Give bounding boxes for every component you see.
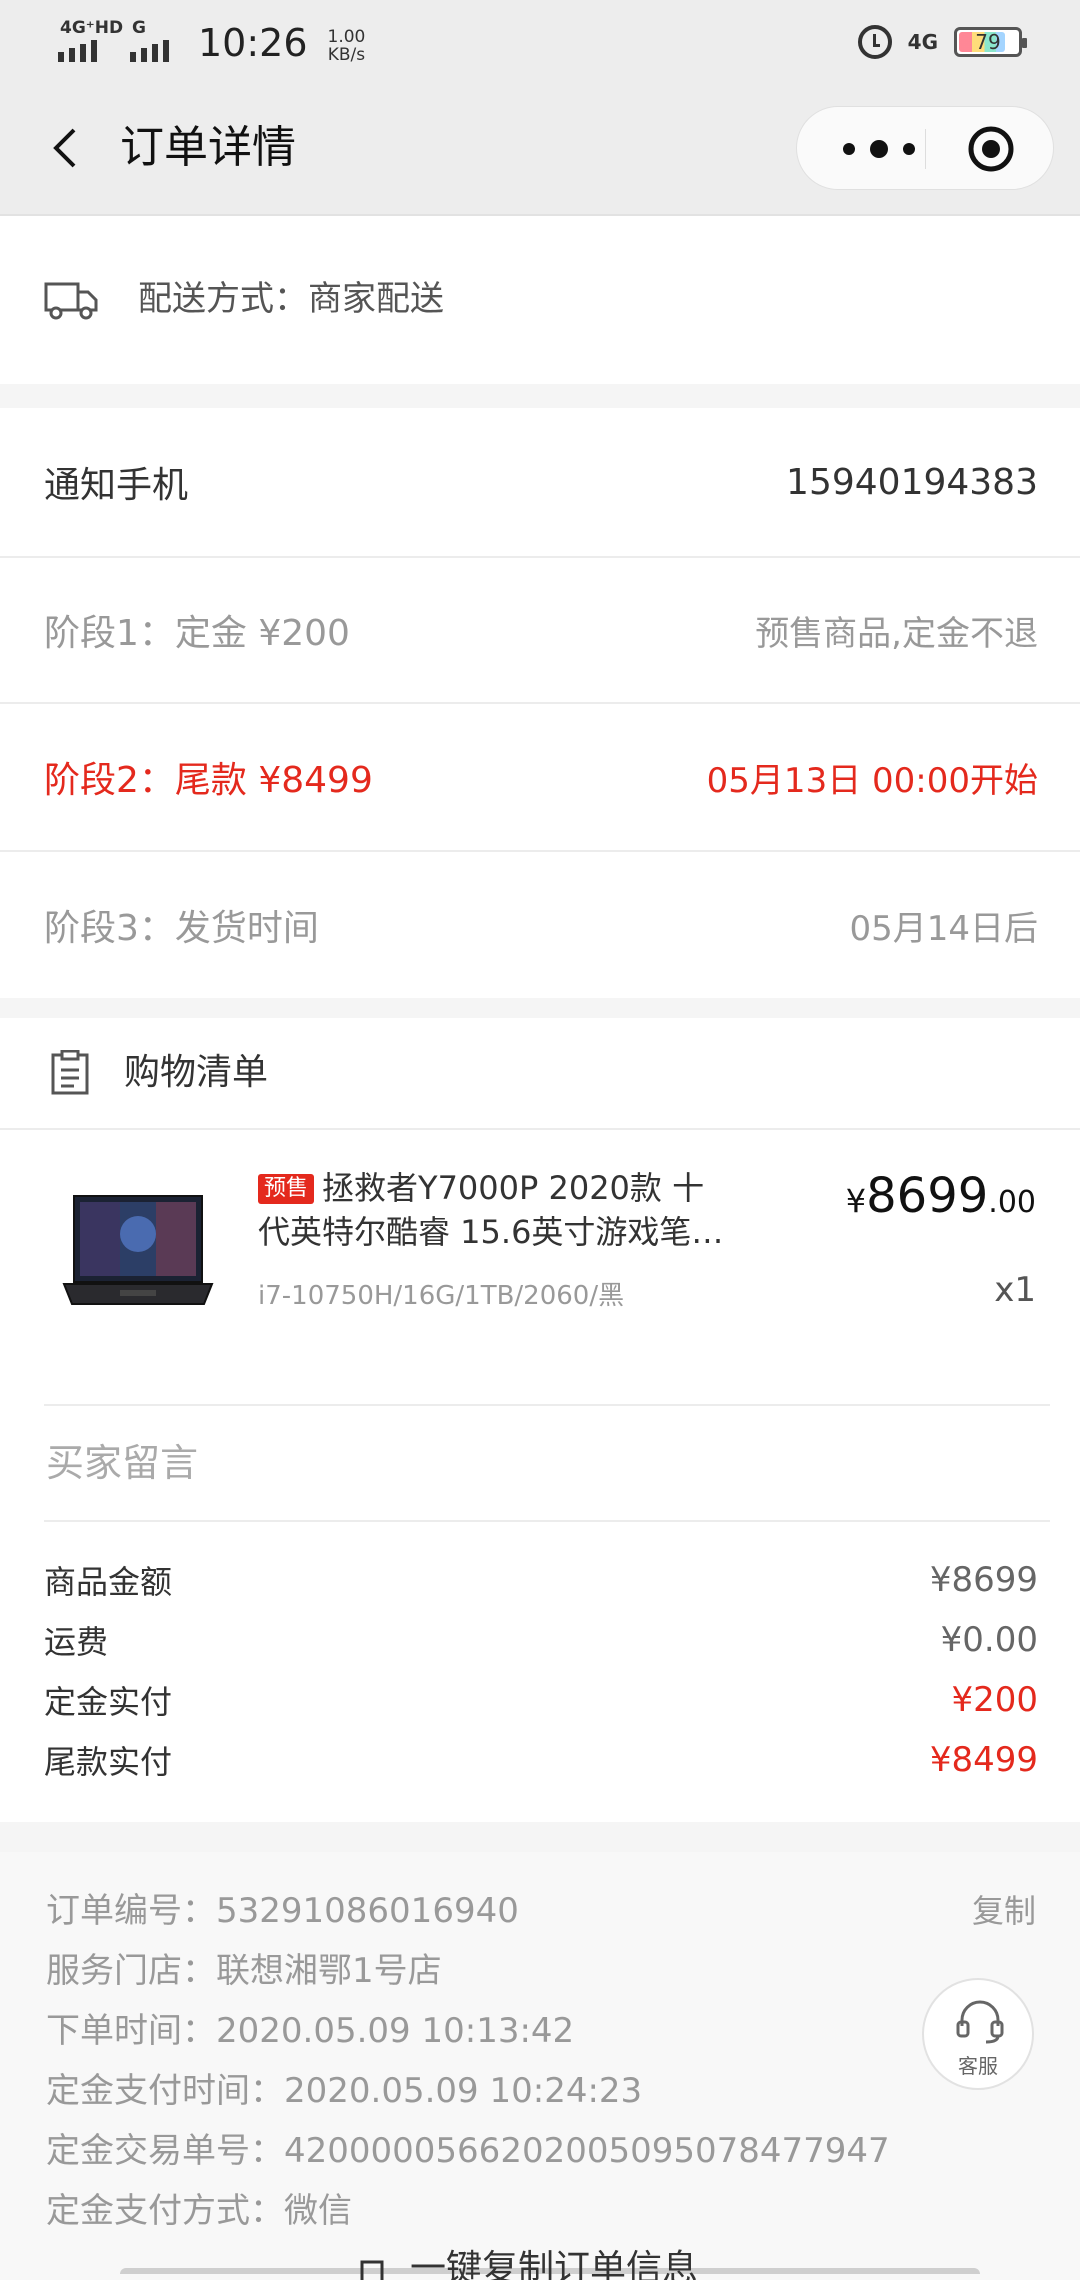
buyer-message-label[interactable]: 买家留言 xyxy=(46,1436,198,1490)
network-speed-unit: KB/s xyxy=(327,45,366,65)
summary-row-balance: 尾款实付 ¥8499 xyxy=(44,1732,1038,1788)
balance-paid-label: 尾款实付 xyxy=(44,1743,173,1781)
stage-3-label: 阶段3：发货时间 xyxy=(44,908,319,949)
deposit-pay-method: 定金支付方式：微信 xyxy=(46,2191,352,2231)
product-price-int: 8699 xyxy=(866,1168,989,1224)
signal-label: 4G⁺HD xyxy=(60,18,124,38)
product-spec: i7-10750H/16G/1TB/2060/黑 xyxy=(258,1281,625,1311)
shopping-list-title: 购物清单 xyxy=(124,1052,269,1093)
deposit-pay-time: 定金支付时间：2020.05.09 10:24:23 xyxy=(46,2071,643,2111)
deposit-paid-value: ¥200 xyxy=(951,1680,1038,1720)
stage-2-note: 05月13日 00:00开始 xyxy=(706,760,1038,801)
notify-phone-label: 通知手机 xyxy=(44,465,189,506)
shopping-list-card: 购物清单 预售 拯救者Y7000P 2020款 十 代英特尔酷睿 15.6英寸游戏… xyxy=(0,1018,1080,1822)
signal-label-2: G xyxy=(132,18,146,38)
service-store: 服务门店：联想湘鄂1号店 xyxy=(46,1951,442,1991)
goods-amount-label: 商品金额 xyxy=(44,1563,173,1601)
product-price: ¥8699.00 xyxy=(846,1168,1036,1224)
signal-strength-icon: 4G⁺HD xyxy=(58,18,123,68)
delivery-method: 配送方式：商家配送 xyxy=(138,279,444,319)
product-price-symbol: ¥ xyxy=(845,1182,867,1220)
summary-row-deposit: 定金实付 ¥200 xyxy=(44,1672,1038,1728)
signal-strength-icon-2: G xyxy=(130,18,178,68)
network-speed: 1.00 KB/s xyxy=(328,28,366,68)
deposit-trade-number: 定金交易单号：4200000566202005095078477947 xyxy=(46,2131,890,2171)
customer-service-label: 客服 xyxy=(958,2054,998,2078)
summary-row-shipping: 运费 ¥0.00 xyxy=(44,1612,1038,1668)
page-title: 订单详情 xyxy=(120,122,296,173)
copy-all-order-info-label: 一键复制订单信息 xyxy=(410,2248,699,2280)
mini-program-capsule xyxy=(796,106,1054,190)
presale-badge: 预售 xyxy=(258,1174,315,1204)
nav-bar: 订单详情 xyxy=(0,82,1080,214)
stage-row-2: 阶段2：尾款 ¥8499 05月13日 00:00开始 xyxy=(44,704,1038,850)
battery-icon: 79 xyxy=(954,27,1027,57)
copy-order-number-button[interactable]: 复制 xyxy=(972,1886,1036,1936)
copy-all-order-info-button[interactable]: 一键复制订单信息 xyxy=(120,2248,980,2280)
network-speed-value: 1.00 xyxy=(327,27,366,47)
product-qty: x1 xyxy=(994,1270,1036,1310)
product-price-dec: .00 xyxy=(988,1185,1036,1220)
headset-icon xyxy=(956,2000,1004,2044)
stage-1-note: 预售商品,定金不退 xyxy=(755,613,1038,654)
stage-row-3: 阶段3：发货时间 05月14日后 xyxy=(44,852,1038,998)
product-title: 预售 拯救者Y7000P 2020款 十 代英特尔酷睿 15.6英寸游戏笔… xyxy=(258,1166,778,1254)
stage-3-note: 05月14日后 xyxy=(849,908,1038,949)
stage-row-1: 阶段1：定金 ¥200 预售商品,定金不退 xyxy=(44,558,1038,702)
stage-1-label: 阶段1：定金 ¥200 xyxy=(44,613,350,654)
order-number: 订单编号：53291086016940 xyxy=(46,1891,519,1931)
stages-card: 通知手机 15940194383 阶段1：定金 ¥200 预售商品,定金不退 阶… xyxy=(0,408,1080,998)
battery-level: 79 xyxy=(975,30,1001,54)
shipping-label: 运费 xyxy=(44,1623,109,1661)
summary-row-goods: 商品金额 ¥8699 xyxy=(44,1552,1038,1608)
notify-phone-row: 通知手机 15940194383 xyxy=(44,408,1038,556)
shipping-value: ¥0.00 xyxy=(940,1620,1038,1660)
product-thumbnail xyxy=(62,1195,214,1305)
alarm-icon xyxy=(857,25,892,59)
balance-paid-value: ¥8499 xyxy=(929,1740,1038,1780)
customer-service-button[interactable]: 客服 xyxy=(922,1978,1034,2090)
list-icon xyxy=(51,1050,89,1095)
notify-phone-value: 15940194383 xyxy=(786,461,1038,503)
order-time: 下单时间：2020.05.09 10:13:42 xyxy=(46,2011,575,2051)
copy-icon xyxy=(360,2260,384,2280)
product-name-line1: 拯救者Y7000P 2020款 十 xyxy=(322,1169,705,1207)
product-item[interactable]: 预售 拯救者Y7000P 2020款 十 代英特尔酷睿 15.6英寸游戏笔… i7… xyxy=(0,1130,1080,1390)
goods-amount-value: ¥8699 xyxy=(929,1560,1038,1600)
close-mini-program-icon[interactable] xyxy=(967,125,1015,173)
clock: 10:26 xyxy=(198,21,308,65)
stage-2-label: 阶段2：尾款 ¥8499 xyxy=(44,760,373,801)
product-name-line2: 代英特尔酷睿 15.6英寸游戏笔… xyxy=(258,1213,724,1251)
network-type: 4G xyxy=(907,30,938,54)
delivery-card: 配送方式：商家配送 xyxy=(0,216,1080,384)
more-options-icon[interactable] xyxy=(835,137,925,161)
deposit-paid-label: 定金实付 xyxy=(44,1683,173,1721)
truck-icon xyxy=(44,282,98,320)
order-info-section: 订单编号：53291086016940 复制 服务门店：联想湘鄂1号店 下单时间… xyxy=(0,1852,1080,2280)
status-bar: 4G⁺HD G 10:26 1.00 KB/s 4G 79 xyxy=(0,0,1080,82)
back-arrow-icon[interactable] xyxy=(48,126,92,170)
